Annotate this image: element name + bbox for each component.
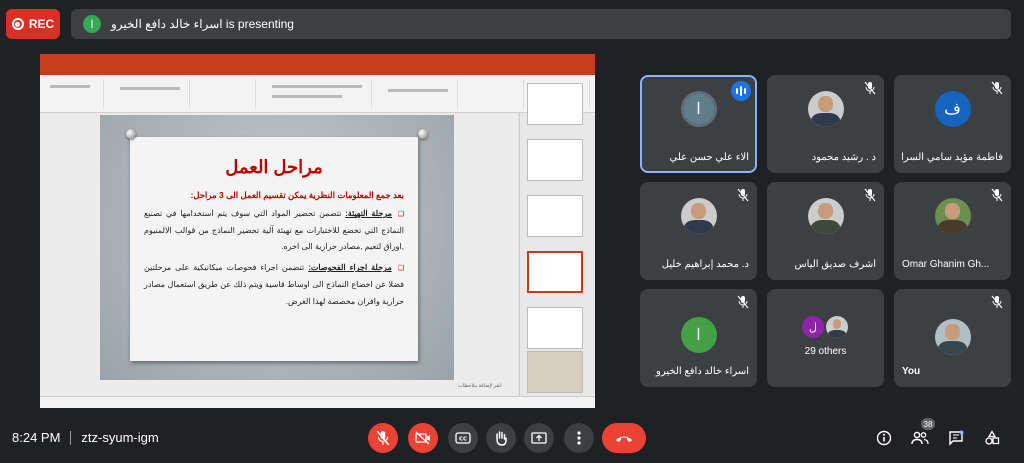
point-1-heading: مرحلة التهيئة: bbox=[345, 208, 392, 218]
presenting-banner: ا اسراء خالد دافع الخيرو is presenting bbox=[71, 9, 1011, 39]
people-button[interactable] bbox=[910, 428, 930, 448]
other-participant-avatar: ل bbox=[802, 316, 824, 338]
current-slide: مراحل العمل بعد جمع المعلومات النظرية يم… bbox=[100, 115, 454, 380]
slide-thumbnail-active[interactable] bbox=[527, 251, 583, 293]
captions-icon: CC bbox=[455, 432, 471, 444]
point-2-heading: مرحلة اجراء الفحوصات: bbox=[308, 263, 392, 273]
participant-name: د . رشيد محمود bbox=[811, 152, 876, 163]
slide-point-2: ❑ مرحلة اجراء الفحوصات: تتضمن اجراء فحوص… bbox=[144, 260, 404, 310]
powerpoint-ribbon-tabs bbox=[40, 66, 595, 75]
slide-title: مراحل العمل bbox=[225, 157, 323, 177]
hang-up-icon bbox=[616, 436, 632, 442]
slide-editor: مراحل العمل بعد جمع المعلومات النظرية يم… bbox=[40, 113, 518, 396]
more-options-icon bbox=[577, 431, 581, 445]
participant-tile[interactable]: اشرف صديق الياس bbox=[767, 182, 884, 280]
powerpoint-ribbon bbox=[40, 75, 595, 113]
pin-icon bbox=[126, 129, 136, 139]
participant-tile[interactable]: ا اسراء خالد دافع الخيرو bbox=[640, 289, 757, 387]
recording-label: REC bbox=[28, 17, 55, 31]
people-count-badge: 38 bbox=[921, 418, 935, 430]
slide-thumbnails bbox=[519, 83, 595, 408]
presenter-avatar: ا bbox=[83, 15, 101, 33]
participant-photo bbox=[934, 198, 971, 234]
info-icon bbox=[876, 430, 892, 446]
pin-icon bbox=[418, 129, 428, 139]
camera-off-icon bbox=[415, 431, 430, 445]
participant-name: اسراء خالد دافع الخيرو bbox=[656, 366, 749, 377]
meeting-details-button[interactable] bbox=[874, 428, 894, 448]
raise-hand-button[interactable] bbox=[486, 423, 516, 453]
shared-screen: مراحل العمل بعد جمع المعلومات النظرية يم… bbox=[40, 54, 595, 408]
captions-button[interactable]: CC bbox=[448, 423, 478, 453]
self-tile[interactable]: You bbox=[894, 289, 1011, 387]
chat-button[interactable] bbox=[946, 428, 966, 448]
mic-muted-icon bbox=[991, 81, 1003, 95]
mic-off-icon bbox=[376, 430, 390, 446]
participant-photo bbox=[807, 91, 844, 127]
self-photo bbox=[934, 319, 971, 355]
meeting-code: ztz-syum-igm bbox=[81, 430, 159, 445]
mic-muted-icon bbox=[737, 188, 749, 202]
participant-avatar: ا bbox=[680, 91, 717, 127]
mic-muted-icon bbox=[991, 295, 1003, 309]
more-options-button[interactable] bbox=[564, 423, 594, 453]
mic-muted-icon bbox=[991, 188, 1003, 202]
leave-call-button[interactable] bbox=[602, 423, 646, 453]
chat-icon bbox=[949, 430, 964, 446]
participant-name: Omar Ghanim Gh... bbox=[902, 259, 990, 270]
clock-time: 8:24 PM bbox=[12, 430, 61, 445]
participant-tile[interactable]: Omar Ghanim Gh... bbox=[894, 182, 1011, 280]
people-icon bbox=[911, 431, 929, 445]
meeting-info: 8:24 PM ztz-syum-igm bbox=[12, 430, 159, 445]
bullet-icon: ❑ bbox=[397, 265, 404, 273]
slide-thumbnail[interactable] bbox=[527, 83, 583, 125]
raise-hand-icon bbox=[496, 431, 507, 446]
mic-muted-icon bbox=[864, 81, 876, 95]
other-participant-photo bbox=[826, 316, 848, 338]
mic-toggle-button[interactable] bbox=[368, 423, 398, 453]
participant-avatar: ا bbox=[680, 317, 717, 353]
slide-thumbnail[interactable] bbox=[527, 139, 583, 181]
slide-point-1: ❑ مرحلة التهيئة: تتضمن تحضير المواد التي… bbox=[144, 206, 404, 256]
slide-thumbnail[interactable] bbox=[527, 351, 583, 393]
participant-avatar: ف bbox=[934, 91, 971, 127]
participant-name: اشرف صديق الياس bbox=[794, 259, 876, 270]
powerpoint-titlebar bbox=[40, 54, 595, 66]
present-screen-icon bbox=[531, 432, 547, 444]
participant-tile[interactable]: د . رشيد محمود bbox=[767, 75, 884, 173]
slide-subtitle: بعد جمع المعلومات النظرية يمكن تقسيم الع… bbox=[190, 190, 404, 200]
participant-name: الاء علي حسن علي bbox=[669, 152, 749, 163]
powerpoint-workspace: مراحل العمل بعد جمع المعلومات النظرية يم… bbox=[40, 83, 595, 408]
notes-placeholder: انقر لإضافة ملاحظات bbox=[458, 383, 502, 389]
participant-photo bbox=[807, 198, 844, 234]
speaking-indicator-icon bbox=[731, 81, 751, 101]
recording-indicator[interactable]: REC bbox=[6, 9, 60, 39]
participant-name: د. محمد إبراهيم خليل bbox=[661, 259, 749, 270]
self-name: You bbox=[902, 366, 921, 377]
participant-photo bbox=[680, 198, 717, 234]
participant-tile[interactable]: ف فاطمة مؤيد سامي السراج bbox=[894, 75, 1011, 173]
slide-thumbnail[interactable] bbox=[527, 195, 583, 237]
activities-button[interactable] bbox=[982, 428, 1002, 448]
others-count: 29 others bbox=[804, 346, 847, 357]
slide-thumbnail[interactable] bbox=[527, 307, 583, 349]
bullet-icon: ❑ bbox=[397, 210, 404, 218]
mic-muted-icon bbox=[864, 188, 876, 202]
others-tile[interactable]: ل 29 others bbox=[767, 289, 884, 387]
presenting-text: اسراء خالد دافع الخيرو is presenting bbox=[111, 17, 294, 31]
divider bbox=[70, 430, 72, 445]
svg-text:CC: CC bbox=[459, 437, 467, 443]
record-icon bbox=[11, 18, 24, 30]
mic-muted-icon bbox=[737, 295, 749, 309]
slide-paper: مراحل العمل بعد جمع المعلومات النظرية يم… bbox=[130, 137, 418, 361]
participant-tile[interactable]: د. محمد إبراهيم خليل bbox=[640, 182, 757, 280]
participant-name: فاطمة مؤيد سامي السراج bbox=[902, 152, 1003, 163]
participant-tile[interactable]: ا الاء علي حسن علي bbox=[640, 75, 757, 173]
powerpoint-statusbar bbox=[40, 396, 595, 408]
present-button[interactable] bbox=[524, 423, 554, 453]
camera-toggle-button[interactable] bbox=[408, 423, 438, 453]
activities-icon bbox=[985, 430, 1000, 445]
